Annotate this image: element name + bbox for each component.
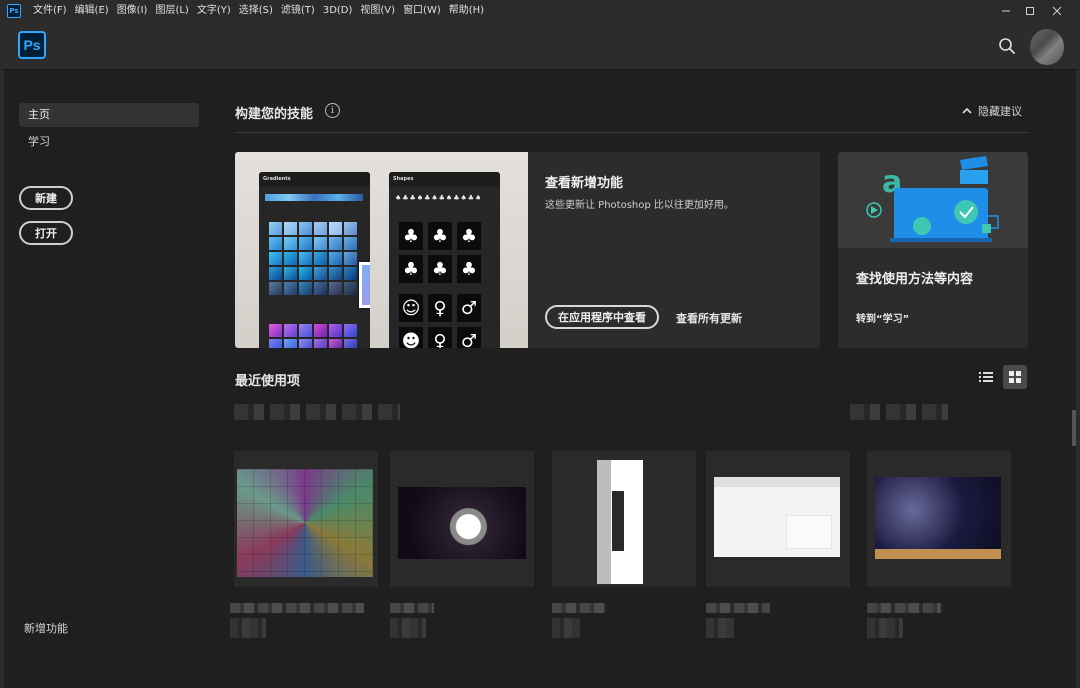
list-view-icon [979, 372, 993, 382]
whats-new-card: Gradients ☝ Shapes ♠♣♣♠♣♠♣♠♣♠♣♠ ♣♣♣ ♣♣♣ [235, 152, 820, 348]
recent-file-meta [390, 618, 426, 638]
menu-view[interactable]: 视图(V) [356, 0, 399, 22]
open-button[interactable]: 打开 [19, 221, 73, 245]
search-icon[interactable] [998, 37, 1016, 55]
chevron-up-icon [962, 107, 972, 114]
gradient-swatch-grid [269, 222, 357, 295]
thumbnail-image [237, 469, 373, 577]
menu-layer[interactable]: 图层(L) [151, 0, 192, 22]
learn-card-title: 查找使用方法等内容 [856, 272, 974, 287]
recent-file-name [552, 603, 606, 613]
menu-help[interactable]: 帮助(H) [445, 0, 488, 22]
whats-new-link[interactable]: 新增功能 [24, 620, 68, 636]
menu-file[interactable]: 文件(F) [29, 0, 71, 22]
menubar: Ps 文件(F) 编辑(E) 图像(I) 图层(L) 文字(Y) 选择(S) 滤… [0, 0, 1080, 22]
photoshop-app-icon[interactable]: Ps [7, 4, 21, 18]
recent-file-name [230, 603, 364, 613]
info-icon[interactable]: i [325, 103, 340, 118]
menu-type[interactable]: 文字(Y) [193, 0, 235, 22]
recent-file-thumbnail[interactable] [234, 451, 378, 587]
recent-file-thumbnail[interactable] [706, 451, 850, 587]
recent-file-name [867, 603, 941, 613]
gradient-strip [265, 194, 363, 201]
sidebar-item-learn[interactable]: 学习 [19, 130, 199, 154]
gradient-swatch-grid-2 [269, 324, 357, 348]
app-header: Ps [4, 22, 1076, 70]
menu-image[interactable]: 图像(I) [113, 0, 152, 22]
hide-suggestions-link[interactable]: 隐藏建议 [962, 103, 1022, 119]
shapes-panel-illustration: Shapes ♠♣♣♠♣♠♣♠♣♠♣♠ ♣ ♣ ♣ ♣ ♣ ♣ ☺ ♀ ♂ ☻ ♀ ♂ [389, 172, 500, 348]
shapes-strip: ♠♣♣♠♣♠♣♠♣♠♣♠ [395, 194, 483, 202]
feature-illustration: Gradients ☝ Shapes ♠♣♣♠♣♠♣♠♣♠♣♠ ♣♣♣ ♣♣♣ [235, 152, 528, 348]
menu-filter[interactable]: 滤镜(T) [277, 0, 319, 22]
scrollbar-thumb[interactable] [1072, 410, 1076, 446]
hide-suggestions-label: 隐藏建议 [978, 105, 1022, 118]
shapes-panel-title: Shapes [389, 172, 500, 186]
recent-file-thumbnail[interactable] [552, 451, 696, 587]
menu-edit[interactable]: 编辑(E) [71, 0, 113, 22]
learn-card: a 查找使用方法等内容 转到“学习” [838, 152, 1028, 348]
minimize-icon[interactable] [993, 0, 1019, 22]
gradient-swatch-selected [359, 262, 370, 308]
sidebar: 主页 学习 新建 打开 新增功能 [4, 70, 210, 688]
tree-shapes-grid: ♣ ♣ ♣ ♣ ♣ ♣ [399, 222, 481, 283]
menu-select[interactable]: 选择(S) [235, 0, 277, 22]
thumbnail-image [398, 487, 526, 559]
skills-section-title: 构建您的技能 [235, 107, 314, 122]
view-in-app-button[interactable]: 在应用程序中查看 [545, 305, 659, 329]
recent-file-name [390, 603, 434, 613]
gradients-panel-illustration: Gradients ☝ [259, 172, 370, 348]
recent-file-meta [230, 618, 266, 638]
learn-illustration: a [838, 152, 1028, 248]
photoshop-logo[interactable]: Ps [18, 31, 46, 59]
whats-new-title: 查看新增功能 [545, 176, 624, 191]
gradients-panel-title: Gradients [259, 172, 370, 186]
divider [235, 132, 1028, 133]
grid-view-icon [1009, 371, 1021, 383]
figure-shapes-grid: ☺ ♀ ♂ ☻ ♀ ♂ [399, 294, 481, 348]
recent-file-thumbnail[interactable] [390, 451, 534, 587]
window-frame-right [1076, 22, 1080, 688]
close-icon[interactable] [1044, 0, 1070, 22]
recent-filter-field[interactable] [850, 404, 948, 420]
list-view-button[interactable] [974, 365, 998, 389]
grid-view-button[interactable] [1003, 365, 1027, 389]
sidebar-item-home[interactable]: 主页 [19, 103, 199, 127]
view-all-updates-link[interactable]: 查看所有更新 [676, 310, 742, 326]
go-to-learn-link[interactable]: 转到“学习” [856, 310, 909, 325]
recent-file-meta [552, 618, 580, 638]
thumbnail-image [875, 477, 1001, 559]
avatar[interactable] [1030, 29, 1064, 65]
recent-file-meta [867, 618, 903, 638]
recent-file-thumbnail[interactable] [867, 451, 1011, 587]
new-button[interactable]: 新建 [19, 186, 73, 210]
thumbnail-detail [612, 491, 624, 551]
menu-3d[interactable]: 3D(D) [319, 0, 357, 22]
recent-section-title: 最近使用项 [235, 374, 301, 389]
recent-file-name [706, 603, 770, 613]
thumbnail-detail [786, 515, 832, 549]
recent-file-meta [706, 618, 734, 638]
recent-filter-bar[interactable] [234, 404, 400, 420]
menu-window[interactable]: 窗口(W) [399, 0, 445, 22]
maximize-icon[interactable] [1017, 0, 1043, 22]
whats-new-description: 这些更新让 Photoshop 比以往更加好用。 [545, 200, 734, 211]
